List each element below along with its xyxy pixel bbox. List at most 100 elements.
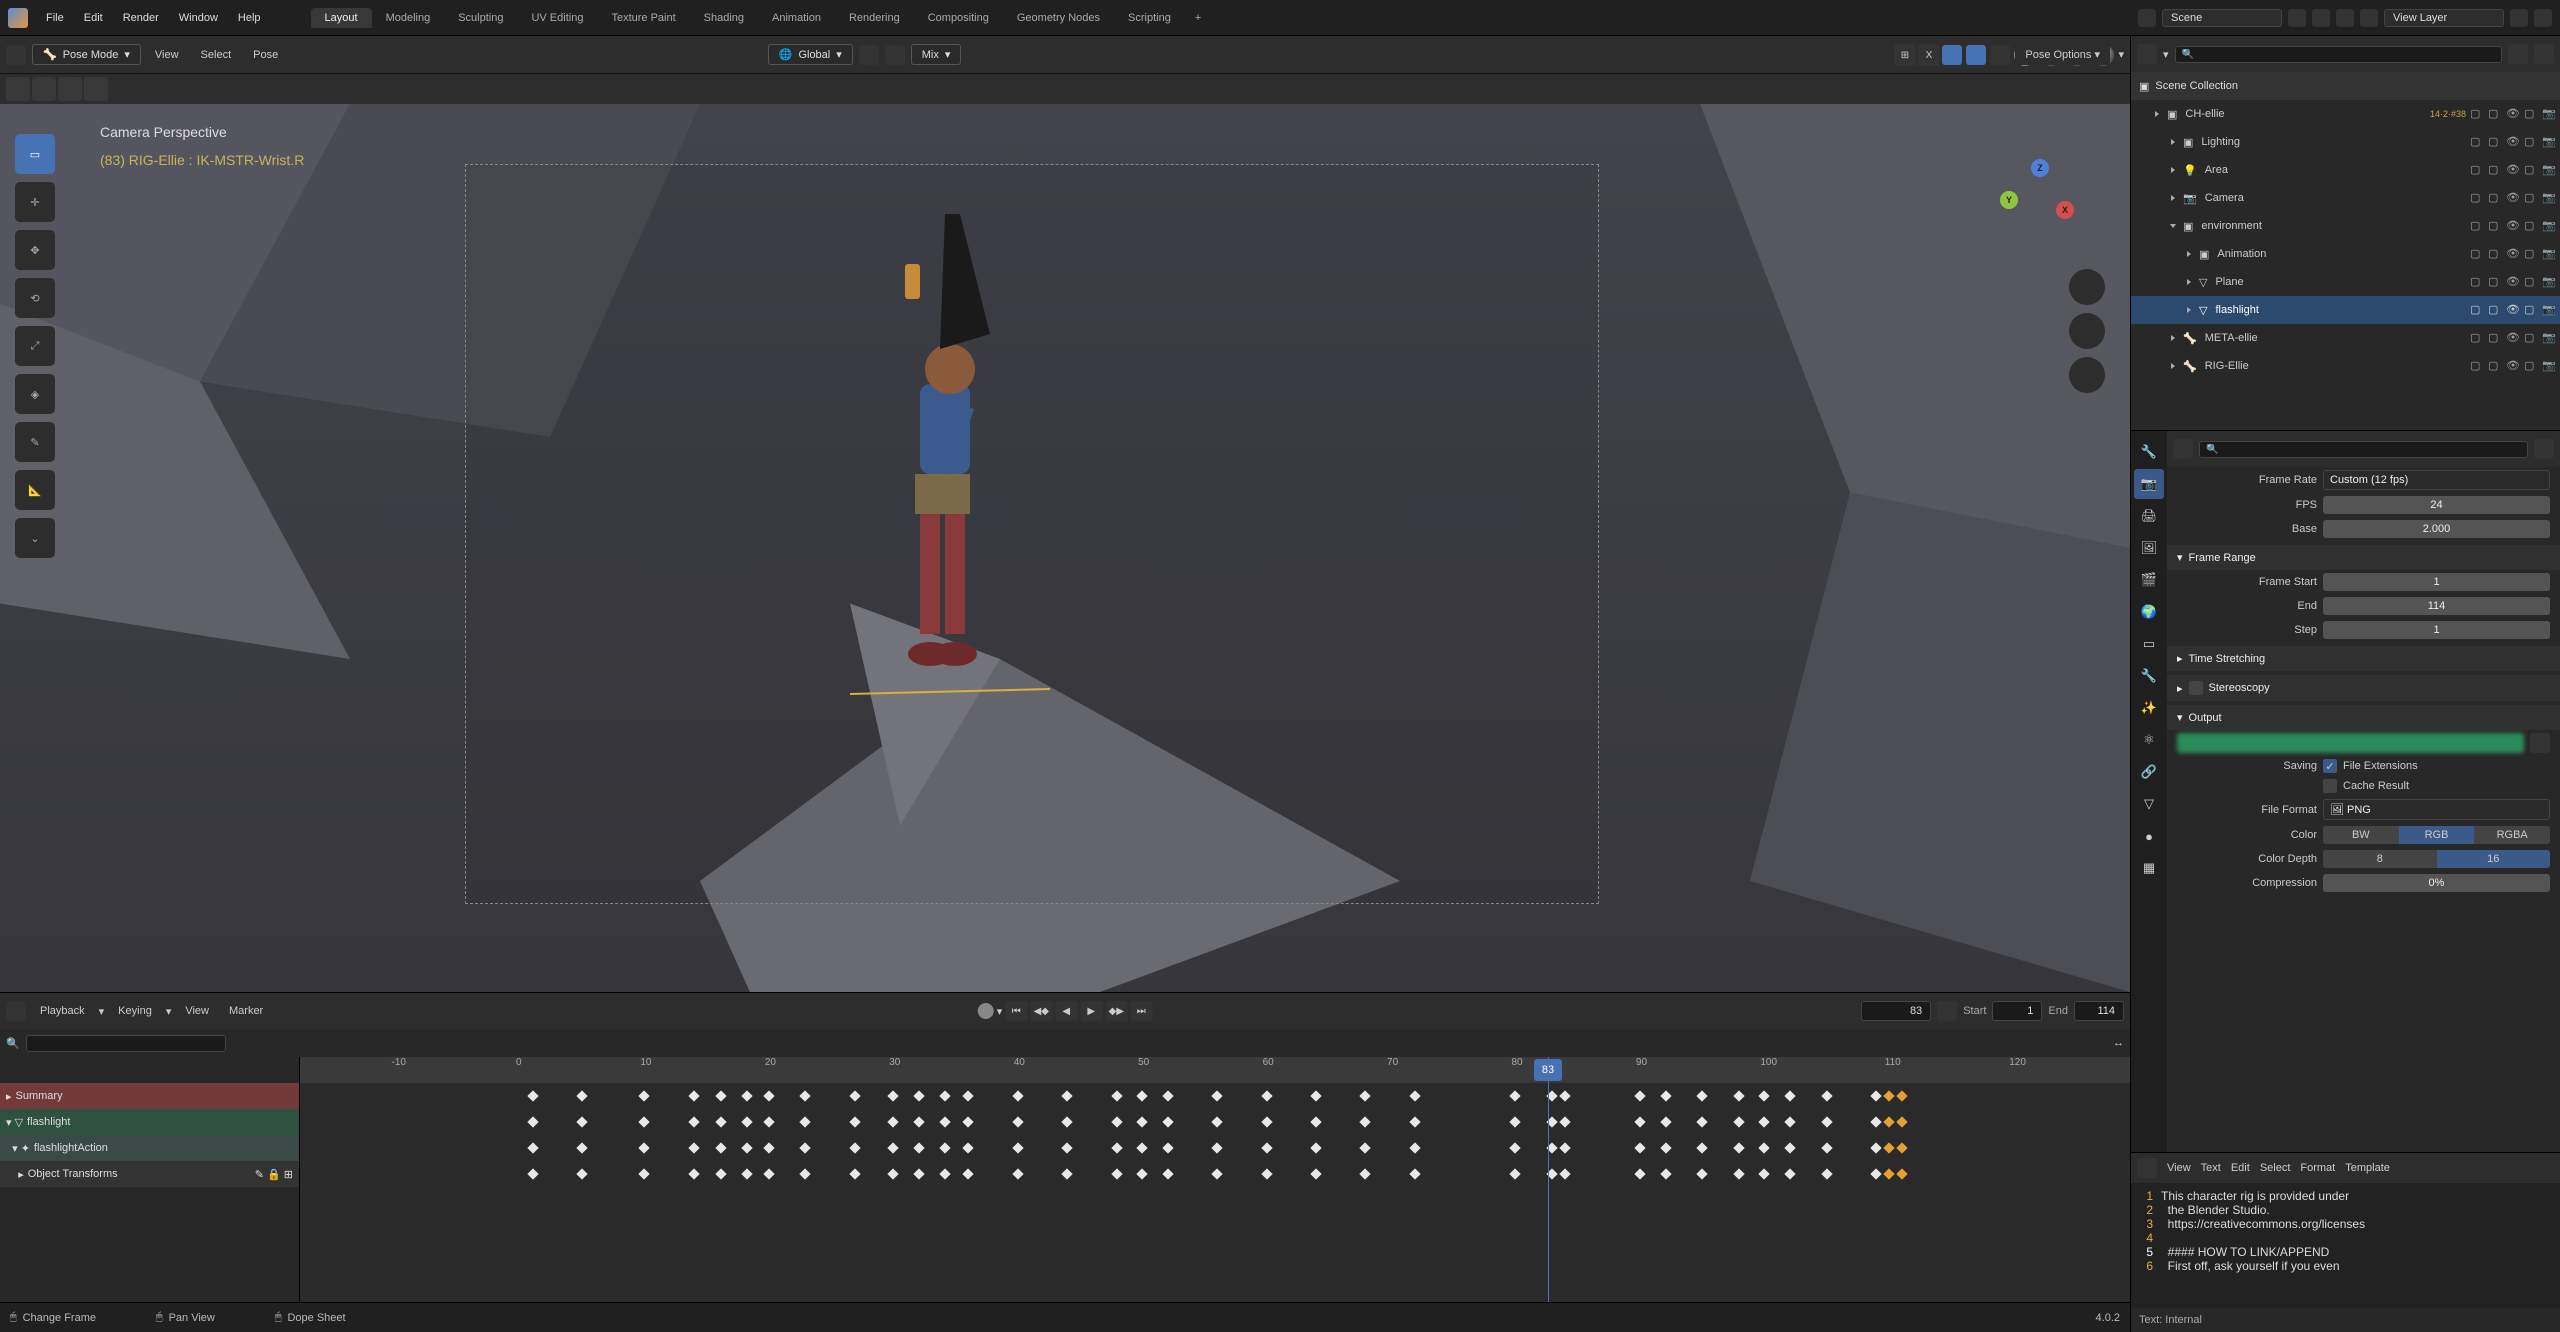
keyframe-icon[interactable] [1821,1116,1832,1127]
keyframe-icon[interactable] [716,1142,727,1153]
keyframe-icon[interactable] [741,1168,752,1179]
keyframe-icon[interactable] [939,1142,950,1153]
play-reverse-icon[interactable]: ◀ [1055,1001,1077,1021]
object-mode-dropdown[interactable]: 🦴 Pose Mode ▾ [32,44,141,65]
select-toggle-icon[interactable]: ▢ [2488,191,2502,205]
pan-gizmo-icon[interactable] [2069,313,2105,349]
depth-16-button[interactable]: 16 [2437,850,2551,868]
add-workspace-button[interactable]: + [1185,8,1211,28]
select-toggle-icon[interactable]: ▢ [2488,303,2502,317]
keyframe-icon[interactable] [1883,1142,1894,1153]
keyframe-icon[interactable] [1111,1142,1122,1153]
keyframe-icon[interactable] [939,1116,950,1127]
help-menu[interactable]: Help [228,8,271,28]
keyframe-icon[interactable] [576,1142,587,1153]
keyframe-icon[interactable] [1733,1142,1744,1153]
keyframe-icon[interactable] [913,1090,924,1101]
start-frame-field[interactable]: 1 [1992,1001,2042,1021]
keyframe-icon[interactable] [1870,1142,1881,1153]
outliner-item-lighting[interactable]: ▣Lighting▢▢👁▢📷 [2131,128,2560,156]
scale-tool[interactable]: ⤢ [15,326,55,366]
snap-toggle-icon[interactable] [885,45,905,65]
modifier-tab-icon[interactable]: 🔧 [2134,661,2164,691]
keyframe-icon[interactable] [1162,1116,1173,1127]
te-edit-menu[interactable]: Edit [2231,1162,2250,1174]
hide-toggle-icon[interactable]: 👁 [2506,331,2520,345]
te-text-menu[interactable]: Text [2201,1162,2221,1174]
keyframe-icon[interactable] [1211,1090,1222,1101]
keyframe-icon[interactable] [1012,1142,1023,1153]
keyframe-icon[interactable] [1896,1142,1907,1153]
keyframe-icon[interactable] [1136,1168,1147,1179]
keyframe-icon[interactable] [800,1142,811,1153]
texture-tab-icon[interactable]: ▦ [2134,853,2164,883]
render-toggle-icon[interactable]: 📷 [2542,359,2556,373]
filter-icon[interactable] [2508,44,2528,64]
compression-field[interactable]: 0% [2323,874,2550,892]
editor-type-icon[interactable] [6,1001,26,1021]
window-menu[interactable]: Window [169,8,228,28]
frame-step-field[interactable]: 1 [2323,621,2550,639]
world-tab-icon[interactable]: 🌍 [2134,597,2164,627]
keyframe-icon[interactable] [849,1116,860,1127]
properties-search-input[interactable] [2199,441,2528,458]
keyframe-icon[interactable] [1111,1116,1122,1127]
keyframe-icon[interactable] [939,1168,950,1179]
keyframe-icon[interactable] [1360,1090,1371,1101]
keyframe-icon[interactable] [527,1168,538,1179]
select-tool[interactable]: ▭ [15,134,55,174]
keyframe-icon[interactable] [576,1168,587,1179]
browse-folder-icon[interactable] [2530,733,2550,753]
viewport-toggle-icon[interactable]: ▢ [2524,359,2538,373]
keyframe-icon[interactable] [1870,1116,1881,1127]
te-template-menu[interactable]: Template [2345,1162,2390,1174]
viewport-toggle-icon[interactable]: ▢ [2524,303,2538,317]
view-menu[interactable]: View [147,46,187,64]
keyframe-icon[interactable] [800,1090,811,1101]
keyframe-icon[interactable] [1310,1142,1321,1153]
keyframe-icon[interactable] [1409,1116,1420,1127]
text-content[interactable]: This character rig is provided under the… [2161,1189,2560,1302]
keyframe-icon[interactable] [1821,1090,1832,1101]
render-toggle-icon[interactable]: 📷 [2542,135,2556,149]
keyframe-icon[interactable] [1733,1168,1744,1179]
output-section[interactable]: ▾ Output [2167,705,2560,730]
base-field[interactable]: 2.000 [2323,520,2550,538]
editor-type-icon[interactable] [2137,1158,2157,1178]
outliner-search-input[interactable] [2175,46,2502,63]
autokey-dropdown[interactable]: ▾ [997,1005,1003,1018]
outliner-item-animation[interactable]: ▣Animation▢▢👁▢📷 [2131,240,2560,268]
pose-options-dropdown[interactable]: Pose Options ▾ [2015,44,2110,65]
outliner-item-environment[interactable]: ▣environment▢▢👁▢📷 [2131,212,2560,240]
keyframe-row[interactable] [300,1135,2130,1161]
keyframe-icon[interactable] [1559,1090,1570,1101]
keyframe-icon[interactable] [1784,1116,1795,1127]
keyframe-icon[interactable] [1261,1142,1272,1153]
keyframe-icon[interactable] [763,1090,774,1101]
edit-menu[interactable]: Edit [74,8,113,28]
te-select-menu[interactable]: Select [2260,1162,2291,1174]
scene-collection-row[interactable]: ▣ Scene Collection [2131,72,2560,100]
cursor-tool[interactable]: ✛ [15,182,55,222]
cache-result-checkbox[interactable] [2323,779,2337,793]
annotate-tool[interactable]: ✎ [15,422,55,462]
transform-tool[interactable]: ◈ [15,374,55,414]
workspace-tab-compositing[interactable]: Compositing [914,8,1003,28]
frame-range-section[interactable]: ▾ Frame Range [2167,545,2560,570]
render-tab-icon[interactable]: 📷 [2134,469,2164,499]
exclude-toggle-icon[interactable]: ▢ [2470,219,2484,233]
keyframe-icon[interactable] [1634,1168,1645,1179]
keyframe-area[interactable]: -10010203040506070809010011012083 [300,1057,2130,1302]
keyframe-row[interactable] [300,1161,2130,1187]
keyframe-icon[interactable] [1136,1142,1147,1153]
select-toggle-icon[interactable]: ▢ [2488,247,2502,261]
keyframe-icon[interactable] [1061,1142,1072,1153]
keyframe-icon[interactable] [688,1142,699,1153]
keyframe-icon[interactable] [1162,1090,1173,1101]
gizmo-visibility-icon[interactable] [1942,45,1962,65]
marker-menu[interactable]: Marker [223,1002,269,1020]
frame-end-field[interactable]: 114 [2323,597,2550,615]
keyframe-icon[interactable] [939,1090,950,1101]
color-rgb-button[interactable]: RGB [2399,826,2475,844]
workspace-tab-scripting[interactable]: Scripting [1114,8,1185,28]
